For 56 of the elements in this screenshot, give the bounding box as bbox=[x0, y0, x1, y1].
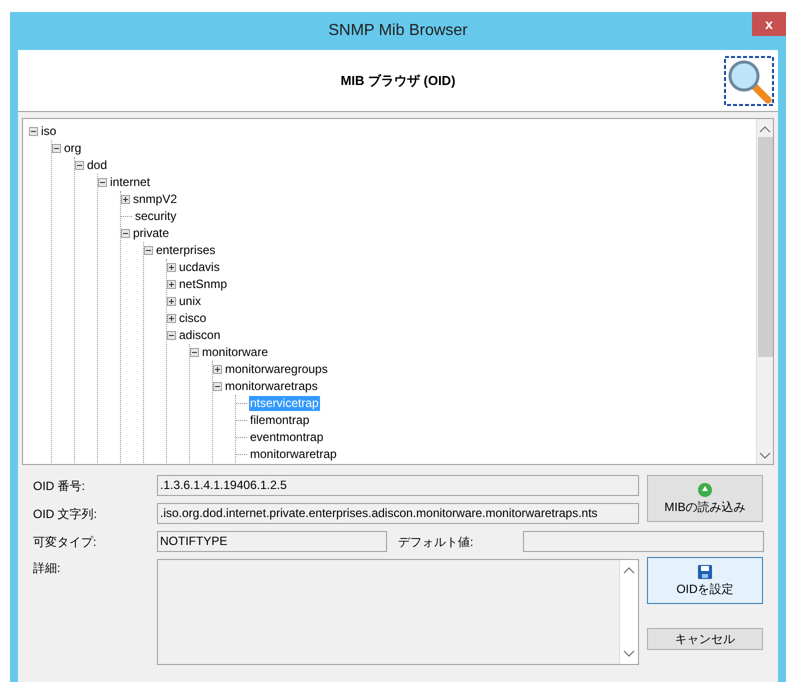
input-field[interactable] bbox=[523, 531, 764, 552]
minus-icon[interactable] bbox=[98, 178, 107, 187]
plus-icon[interactable] bbox=[167, 314, 176, 323]
load-mib-button[interactable]: MIBの読み込み bbox=[647, 475, 763, 522]
magnifier-icon bbox=[724, 56, 774, 106]
header-title: MIB ブラウザ (OID) bbox=[340, 72, 456, 90]
cancel-button[interactable]: キャンセル bbox=[647, 628, 763, 650]
scroll-up-icon[interactable] bbox=[759, 125, 771, 133]
tree-item[interactable]: monitorwaretrap bbox=[249, 447, 338, 462]
details-field[interactable] bbox=[157, 559, 639, 665]
plus-icon[interactable] bbox=[167, 280, 176, 289]
tree-item[interactable]: enterprises bbox=[155, 243, 216, 258]
minus-icon[interactable] bbox=[190, 348, 199, 357]
scroll-down-icon[interactable] bbox=[759, 452, 771, 460]
field-label: 詳細: bbox=[33, 560, 62, 577]
tree-item[interactable]: monitorwaretraps bbox=[224, 379, 319, 394]
minus-icon[interactable] bbox=[75, 161, 84, 170]
tree-item[interactable]: monitorware bbox=[201, 345, 270, 360]
input-field[interactable]: NOTIFTYPE bbox=[157, 531, 387, 552]
input-field[interactable]: .iso.org.dod.internet.private.enterprises.adiscon.monitorware.monitorwaretraps.nts bbox=[157, 503, 639, 524]
minus-icon[interactable] bbox=[167, 331, 176, 340]
plus-icon[interactable] bbox=[167, 263, 176, 272]
field-label: 可変タイプ: bbox=[33, 534, 98, 550]
tree-item[interactable]: snmpV2 bbox=[132, 192, 178, 207]
plus-icon[interactable] bbox=[167, 297, 176, 306]
tree-item[interactable]: private bbox=[132, 226, 170, 241]
tree-item[interactable]: iso bbox=[40, 124, 58, 139]
tree-item[interactable]: adiscon bbox=[178, 328, 222, 343]
field-label: デフォルト値: bbox=[398, 534, 474, 550]
tree-item[interactable]: netSnmp bbox=[178, 277, 228, 292]
tree-item[interactable]: security bbox=[134, 209, 178, 224]
minus-icon[interactable] bbox=[121, 229, 130, 238]
tree-item[interactable]: eventmontrap bbox=[249, 430, 324, 445]
plus-icon[interactable] bbox=[213, 365, 222, 374]
scroll-down-icon[interactable] bbox=[623, 650, 635, 658]
input-field[interactable]: .1.3.6.1.4.1.19406.1.2.5 bbox=[157, 475, 639, 496]
tree-item[interactable]: monitorwaregroups bbox=[224, 362, 329, 377]
tree-item[interactable]: filemontrap bbox=[249, 413, 310, 428]
minus-icon[interactable] bbox=[29, 127, 38, 136]
minus-icon[interactable] bbox=[52, 144, 61, 153]
tree-item[interactable]: org bbox=[63, 141, 82, 156]
tree-item[interactable]: cisco bbox=[178, 311, 208, 326]
scroll-up-icon[interactable] bbox=[623, 566, 635, 574]
window-title: SNMP Mib Browser bbox=[328, 21, 468, 41]
minus-icon[interactable] bbox=[213, 382, 222, 391]
tree-item[interactable]: unix bbox=[178, 294, 202, 309]
tree-item[interactable]: dod bbox=[86, 158, 108, 173]
scrollbar[interactable] bbox=[756, 119, 773, 464]
plus-icon[interactable] bbox=[121, 195, 130, 204]
set-oid-button[interactable]: OIDを設定 bbox=[647, 557, 763, 604]
field-label: OID 番号: bbox=[33, 478, 86, 494]
tree-item[interactable]: ucdavis bbox=[178, 260, 221, 275]
minus-icon[interactable] bbox=[144, 246, 153, 255]
field-label: OID 文字列: bbox=[33, 506, 98, 522]
close-button[interactable]: x bbox=[752, 12, 786, 36]
tree-item[interactable]: internet bbox=[109, 175, 152, 190]
